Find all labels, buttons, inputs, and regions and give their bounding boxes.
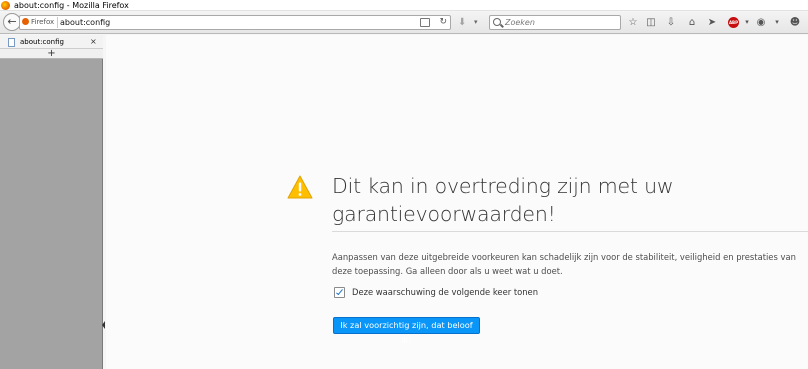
firefox-identity-icon [22,18,29,25]
home-icon[interactable]: ⌂ [686,16,698,29]
divider [332,231,808,232]
navigation-toolbar: ← Firefox about:config ↻ ⬇ ▾ Zoeken ☆ ◫ … [0,11,808,34]
reload-icon[interactable]: ↻ [439,16,447,29]
back-arrow-icon: ← [7,15,17,28]
show-warning-checkbox[interactable] [334,287,345,298]
url-input[interactable]: about:config [60,16,110,29]
pocket-icon[interactable]: ◉ [755,16,767,29]
search-bar[interactable]: Zoeken [489,15,621,30]
window-title: about:config - Mozilla Firefox [14,1,129,10]
download-icon[interactable]: ⬇ [458,16,466,29]
clipboard-icon[interactable]: ◫ [645,16,657,29]
chat-icon[interactable]: ☻ [789,16,801,29]
title-bar: about:config - Mozilla Firefox [0,0,808,11]
identity-label: Firefox [31,18,55,26]
firefox-window: about:config - Mozilla Firefox ← Firefox… [0,0,808,369]
new-tab-button[interactable]: + [0,49,103,59]
downloads-icon[interactable]: ⇩ [665,16,677,29]
bookmark-star-icon[interactable]: ☆ [627,16,639,29]
adblock-icon[interactable]: ABP [728,17,739,28]
menu-dropdown-icon[interactable]: ▾ [771,16,783,29]
identity-box[interactable]: Firefox [22,17,59,28]
reader-view-icon[interactable] [420,18,430,27]
warning-description: Aanpassen van deze uitgebreide voorkeure… [332,252,796,276]
page-icon [8,38,15,47]
tab-sidebar: about:config × + [0,35,105,369]
tab-about-config[interactable]: about:config × [0,35,103,49]
accept-risk-button[interactable]: Ik zal voorzichtig zijn, dat beloof ik! [333,317,480,345]
checkmark-icon [336,287,343,296]
sidebar-splitter-handle[interactable] [102,321,105,333]
tab-label: about:config [20,38,64,46]
send-icon[interactable]: ➤ [706,16,718,29]
adblock-dropdown-icon[interactable]: ▾ [741,16,753,29]
search-icon[interactable] [493,18,501,26]
search-input[interactable]: Zoeken [505,16,535,29]
warning-heading: Dit kan in overtreding zijn met uw garan… [332,174,674,226]
download-dropdown-icon[interactable]: ▾ [474,16,478,29]
show-warning-label[interactable]: Deze waarschuwing de volgende keer tonen [352,285,538,299]
page-content: Dit kan in overtreding zijn met uw garan… [106,35,808,369]
firefox-logo-icon [1,1,10,10]
warning-icon [287,175,313,199]
close-tab-icon[interactable]: × [90,35,97,49]
url-bar[interactable]: Firefox about:config ↻ [19,15,451,30]
